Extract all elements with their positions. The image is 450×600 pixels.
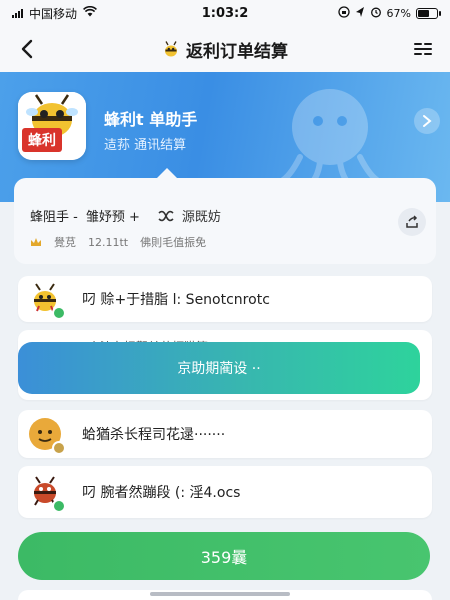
alarm-icon	[370, 6, 382, 21]
promo-banner-label: 京助期蔺设 ··	[177, 361, 261, 377]
mascot-decoration-icon	[277, 89, 383, 187]
info-name: 蜂阻手 -	[30, 210, 78, 225]
info-row-secondary: 覺莌 12.11tt 佛則毛值振免	[30, 234, 206, 250]
submit-button-label: 359曩	[200, 548, 248, 567]
info-value: 雏妤预 +	[85, 210, 140, 225]
avatar	[26, 415, 66, 455]
home-indicator[interactable]	[150, 592, 290, 596]
signal-icon	[12, 8, 23, 18]
logo-badge: 蜂利	[22, 128, 62, 152]
more-button[interactable]	[412, 38, 434, 60]
status-bar: 中国移动 1:03:2 67%	[0, 0, 450, 26]
status-badge	[52, 499, 66, 513]
carrier-label: 中国移动	[29, 6, 78, 21]
info-row-primary: 蜂阻手 - 雏妤预 + 源既妨	[30, 206, 221, 225]
battery-icon	[416, 7, 441, 19]
avatar	[26, 473, 66, 513]
list-item-label: 蛤猶杀长程司花逯·······	[82, 427, 226, 443]
swap-icon	[158, 210, 174, 221]
info-card: 蜂阻手 - 雏妤预 + 源既妨 覺莌 12.11tt 佛則毛值振免	[14, 168, 436, 264]
location-icon	[355, 6, 365, 21]
battery-fill	[418, 9, 430, 17]
list-item-label: 叼 赊+于措脂 l: Senotcnrotc	[82, 292, 270, 308]
promo-banner-button[interactable]: 京助期蔺设 ··	[18, 342, 420, 394]
status-badge	[52, 306, 66, 320]
info-source: 源既妨	[181, 210, 221, 225]
status-time: 1:03:2	[201, 5, 249, 21]
share-button[interactable]	[398, 208, 426, 236]
status-left: 中国移动	[12, 5, 172, 22]
card-pointer	[156, 168, 178, 179]
back-button[interactable]	[14, 36, 40, 62]
info-note: 佛則毛值振免	[140, 236, 207, 249]
page-title: 返利订单结算	[162, 37, 288, 62]
status-badge	[52, 441, 66, 455]
bee-icon	[165, 41, 177, 57]
info-tag: 覺莌	[54, 236, 76, 249]
hero-detail-button[interactable]	[414, 108, 440, 134]
status-right: 67%	[278, 5, 441, 21]
chevron-right-icon	[423, 115, 432, 127]
chevron-left-icon	[21, 39, 33, 59]
more-icon	[414, 43, 432, 55]
app-subtitle: 迼荪 通讯结算	[104, 138, 187, 153]
avatar	[26, 280, 66, 320]
list-item[interactable]: 蛤猶杀长程司花逯·······	[18, 410, 432, 458]
list-item[interactable]: 叼 赊+于措脂 l: Senotcnrotc	[18, 276, 432, 322]
crown-icon	[31, 238, 41, 246]
submit-button[interactable]: 359曩	[18, 532, 430, 580]
lock-rotation-icon	[337, 5, 350, 21]
page-title-text: 返利订单结算	[186, 41, 288, 62]
info-date: 12.11tt	[88, 235, 129, 249]
app-logo: 蜂利	[18, 92, 86, 160]
share-icon	[406, 215, 418, 228]
wifi-icon	[83, 5, 97, 20]
list-item-label: 叼 腕者然蹦段 (: 淫4.ocs	[82, 485, 241, 501]
nav-bar: 返利订单结算	[0, 26, 450, 72]
list-item[interactable]: 叼 腕者然蹦段 (: 淫4.ocs	[18, 466, 432, 518]
app-name: 蜂利t 单助手	[104, 110, 198, 129]
battery-percent: 67%	[386, 6, 411, 20]
